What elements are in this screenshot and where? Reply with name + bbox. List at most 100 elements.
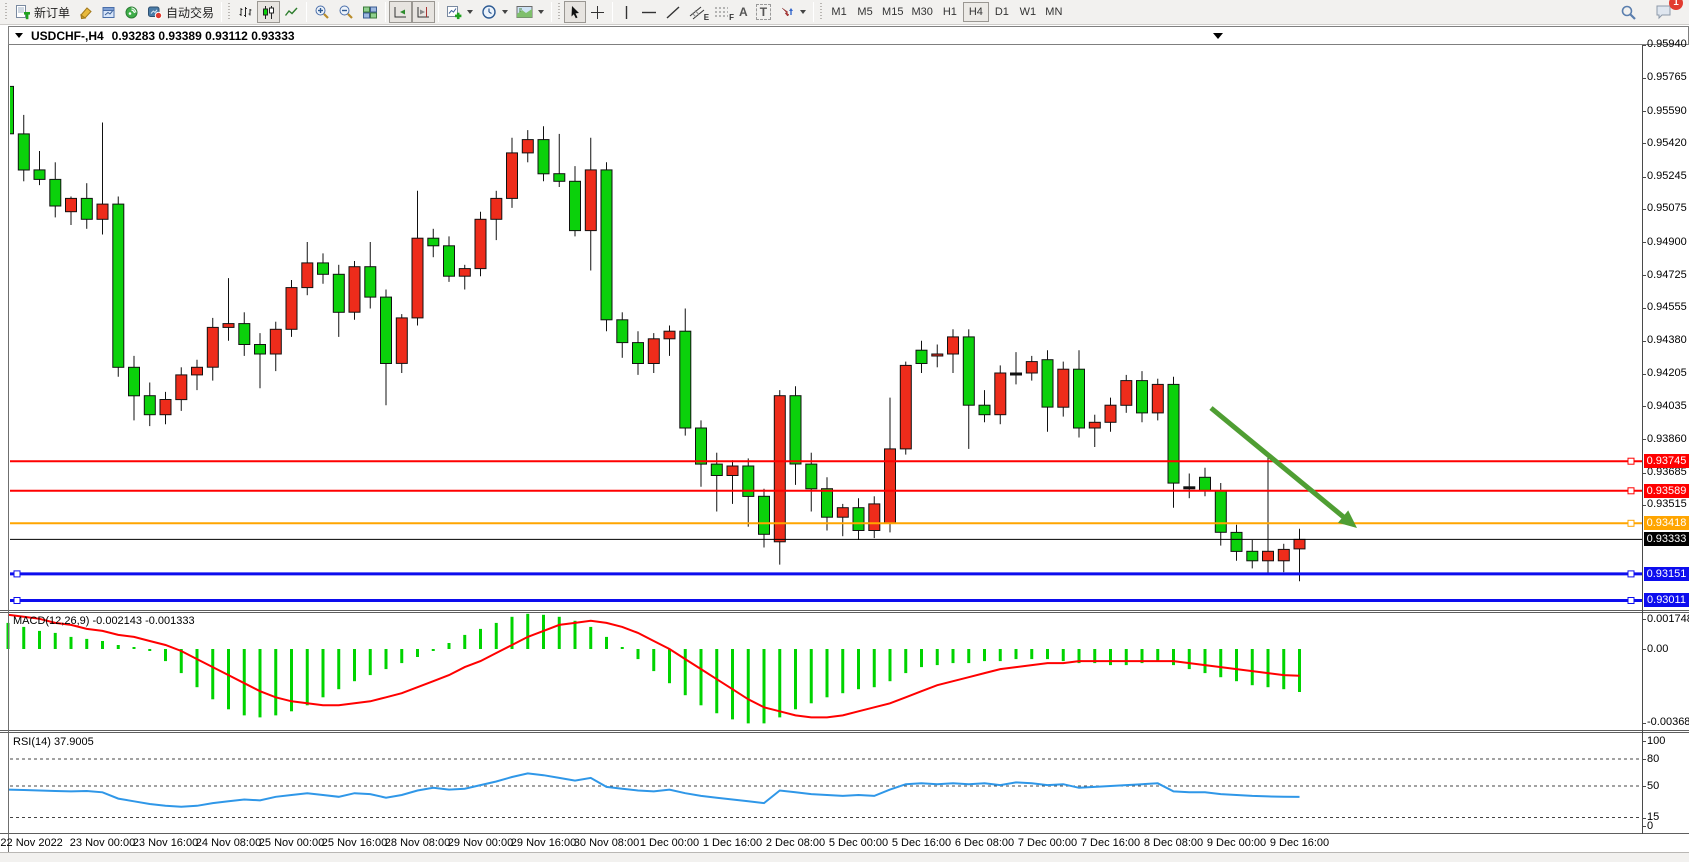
vertical-line-icon [620, 5, 633, 20]
price-tick-0.94900: 0.94900 [1647, 236, 1689, 248]
text-label-button[interactable]: T [752, 1, 775, 23]
template-button[interactable] [512, 1, 548, 23]
notifications-button[interactable]: 1 [1651, 1, 1677, 23]
zoom-out-button[interactable] [334, 1, 358, 23]
timeframe-button-h1[interactable]: H1 [937, 2, 963, 22]
chart-shift-button[interactable] [412, 1, 435, 23]
macd-histogram [8, 614, 1300, 724]
price-tick-0.94725: 0.94725 [1647, 269, 1689, 281]
text-button[interactable]: A [735, 1, 752, 23]
toolbar-grip[interactable] [819, 3, 824, 21]
axis-tick [1642, 111, 1646, 112]
candlestick-chart-button[interactable] [257, 1, 280, 23]
chart-shift-marker[interactable] [1213, 33, 1223, 39]
axis-tick [1642, 242, 1646, 243]
text-tool-letter: A [739, 5, 748, 19]
axis-tick [1642, 143, 1646, 144]
line-chart-icon [284, 5, 299, 20]
toolbar-grip[interactable] [4, 3, 9, 21]
toolbar: 新订单 [0, 0, 1689, 25]
axis-tick [1642, 741, 1646, 742]
axis-tick [1642, 786, 1646, 787]
ohlc-low: 0.93112 [205, 29, 248, 43]
price-tick-0.93515: 0.93515 [1647, 498, 1689, 510]
price-tick-0.95590: 0.95590 [1647, 105, 1689, 117]
timeframe-button-m5[interactable]: M5 [852, 2, 878, 22]
equidistant-channel-button[interactable]: E [685, 1, 710, 23]
price-tick-0.95245: 0.95245 [1647, 170, 1689, 182]
trendline-button[interactable] [661, 1, 685, 23]
axis-tick [1642, 759, 1646, 760]
hline-price-tag-0.93589[interactable]: 0.93589 [1644, 484, 1689, 498]
trend-arrow-annotation[interactable] [1211, 408, 1357, 528]
chart-header: USDCHF-,H4 0.93283 0.93389 0.93112 0.933… [8, 26, 1689, 45]
axis-tick [1642, 341, 1646, 342]
zoom-in-icon [314, 4, 330, 20]
timeframe-button-m30[interactable]: M30 [907, 2, 936, 22]
arrows-icon [779, 5, 795, 20]
new-chart-icon [446, 5, 462, 20]
bar-chart-button[interactable] [234, 1, 257, 23]
autotrading-label: 自动交易 [166, 4, 214, 21]
metaeditor-icon [78, 5, 93, 20]
fibonacci-button[interactable]: F [710, 1, 735, 23]
price-tick-0.95765: 0.95765 [1647, 71, 1689, 83]
metaeditor-button[interactable] [74, 1, 97, 23]
new-chart-caret [467, 10, 473, 14]
signals-button[interactable] [120, 1, 143, 23]
auto-scroll-button[interactable] [389, 1, 412, 23]
timeframe-button-m1[interactable]: M1 [826, 2, 852, 22]
crosshair-icon [590, 5, 605, 20]
price-tick-0.94035: 0.94035 [1647, 400, 1689, 412]
search-button[interactable] [1616, 1, 1641, 23]
rsi-line [8, 773, 1300, 806]
timeframe-button-w1[interactable]: W1 [1015, 2, 1041, 22]
horizontal-line-button[interactable] [637, 1, 661, 23]
axis-tick [1642, 649, 1646, 650]
price-tick-0.95420: 0.95420 [1647, 137, 1689, 149]
market-watch-icon [101, 5, 116, 20]
rsi-pane[interactable] [0, 733, 1643, 833]
current-price-tag-0.93333[interactable]: 0.93333 [1644, 532, 1689, 546]
axis-tick [1642, 619, 1646, 620]
autotrading-button[interactable]: 自动交易 [143, 1, 218, 23]
macd-tick-0.00: 0.00 [1647, 643, 1689, 655]
new-order-label: 新订单 [34, 4, 70, 21]
tile-windows-icon [362, 5, 378, 20]
toolbar-grip[interactable] [227, 3, 232, 21]
timeframe-button-mn[interactable]: MN [1041, 2, 1067, 22]
period-caret [502, 10, 508, 14]
price-tick-0.94205: 0.94205 [1647, 367, 1689, 379]
axis-tick [1642, 818, 1646, 819]
timeframe-button-m15[interactable]: M15 [878, 2, 907, 22]
hline-price-tag-0.93418[interactable]: 0.93418 [1644, 516, 1689, 530]
arrows-button[interactable] [775, 1, 810, 23]
new-chart-button[interactable] [442, 1, 477, 23]
line-chart-button[interactable] [280, 1, 303, 23]
tile-windows-button[interactable] [358, 1, 382, 23]
cursor-button[interactable] [564, 1, 586, 23]
price-tick-0.93860: 0.93860 [1647, 433, 1689, 445]
main-chart-canvas[interactable] [0, 46, 1643, 610]
time-label: 9 Dec 16:00 [1258, 837, 1342, 849]
crosshair-button[interactable] [586, 1, 609, 23]
axis-tick [1642, 275, 1646, 276]
market-watch-button[interactable] [97, 1, 120, 23]
hline-price-tag-0.93011[interactable]: 0.93011 [1644, 593, 1689, 607]
macd-tick--0.00368: -0.00368 [1647, 716, 1689, 728]
timeframe-button-h4[interactable]: H4 [963, 2, 989, 22]
axis-tick [1642, 209, 1646, 210]
channel-letter: E [704, 13, 709, 22]
toolbar-grip[interactable] [557, 3, 562, 21]
hline-price-tag-0.93745[interactable]: 0.93745 [1644, 454, 1689, 468]
template-icon [516, 5, 533, 19]
new-order-button[interactable]: 新订单 [11, 1, 74, 23]
macd-pane[interactable] [0, 613, 1643, 731]
candles-layer [3, 75, 1306, 581]
period-button[interactable] [477, 1, 512, 23]
vertical-line-button[interactable] [616, 1, 637, 23]
hline-price-tag-0.93151[interactable]: 0.93151 [1644, 567, 1689, 581]
zoom-in-button[interactable] [310, 1, 334, 23]
timeframe-button-d1[interactable]: D1 [989, 2, 1015, 22]
collapse-indicator-icon[interactable] [15, 33, 23, 38]
